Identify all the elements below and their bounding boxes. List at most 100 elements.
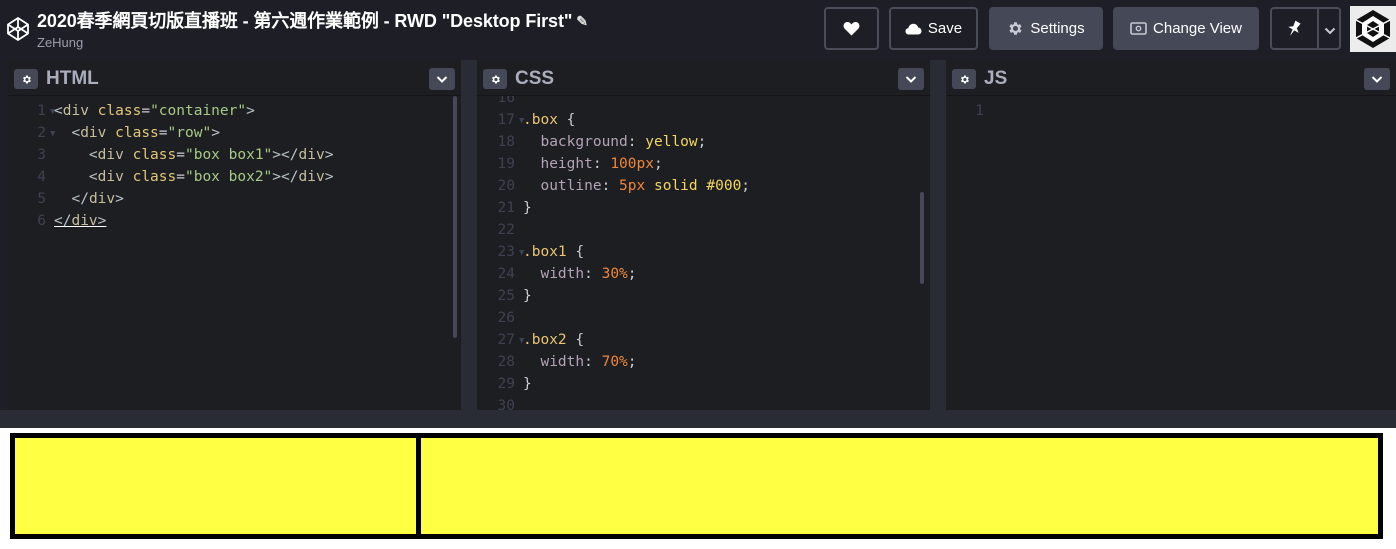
code-line[interactable]: 18 background: yellow; — [477, 131, 930, 153]
chevron-down-icon — [1371, 75, 1383, 83]
code-token: ; — [653, 156, 663, 172]
line-number: 18 — [497, 134, 515, 150]
code-token: 5px — [619, 178, 646, 194]
love-button[interactable] — [824, 7, 879, 50]
save-button[interactable]: Save — [889, 7, 978, 50]
js-settings-gear-button[interactable] — [952, 69, 976, 89]
css-js-resize-handle[interactable] — [930, 60, 946, 410]
css-pane-header: CSS — [477, 60, 930, 96]
js-pane-title: JS — [984, 68, 1008, 89]
layout-view-icon — [1130, 22, 1147, 35]
pen-title[interactable]: 2020春季網頁切版直播班 - 第六週作業範例 - RWD "Desktop F… — [37, 7, 588, 33]
pen-author[interactable]: ZeHung — [37, 35, 588, 50]
css-scrollbar[interactable] — [920, 192, 924, 284]
code-token: { — [566, 332, 585, 348]
js-code-editor[interactable]: 1 — [946, 96, 1396, 410]
code-line[interactable]: 17 ▼ .box { — [477, 109, 930, 131]
code-token: "box box1" — [184, 147, 273, 163]
line-number: 24 — [497, 266, 515, 282]
code-token: ></ — [272, 169, 299, 185]
code-line[interactable]: 6 </div> — [8, 210, 461, 232]
code-token: .box1 — [523, 244, 567, 260]
code-token: = — [176, 169, 185, 185]
change-view-button[interactable]: Change View — [1113, 7, 1259, 50]
code-line[interactable]: 3 <div class="box box1"></div> — [8, 144, 461, 166]
code-text: } — [523, 373, 532, 395]
code-token: = — [141, 103, 151, 119]
code-token: #000 — [706, 178, 742, 194]
preview-box2 — [416, 433, 1383, 539]
html-pane-menu-button[interactable] — [429, 68, 455, 90]
code-token: 30% — [601, 266, 628, 282]
code-token: : — [584, 354, 602, 370]
css-pane-menu-button[interactable] — [898, 68, 924, 90]
code-line[interactable]: 29} — [477, 373, 930, 395]
codepen-logo-icon[interactable] — [6, 16, 30, 42]
code-token: ; — [697, 134, 707, 150]
code-text: </div> — [54, 188, 123, 210]
code-line[interactable]: 30 — [477, 395, 930, 410]
code-token: div — [97, 147, 124, 163]
code-token: background — [540, 134, 628, 150]
code-token: .box — [523, 112, 558, 128]
code-line[interactable]: 5 </div> — [8, 188, 461, 210]
edit-pencil-icon[interactable]: ✎ — [576, 13, 588, 30]
code-line[interactable]: 24 width: 30%; — [477, 263, 930, 285]
code-line[interactable]: 2 ▼ <div class="row"> — [8, 122, 461, 144]
js-pane-menu-button[interactable] — [1364, 68, 1390, 90]
code-line[interactable]: 22 — [477, 219, 930, 241]
code-text: } — [523, 197, 532, 219]
code-line[interactable]: 26 — [477, 307, 930, 329]
html-scrollbar[interactable] — [453, 96, 457, 338]
code-line[interactable]: 1 ▼ <div class="container"> — [8, 100, 461, 122]
code-token: > — [246, 103, 255, 119]
code-token: div — [80, 125, 107, 141]
code-line[interactable]: 21} — [477, 197, 930, 219]
code-token: < — [54, 103, 63, 119]
gear-icon — [960, 74, 969, 84]
code-token: "container" — [150, 103, 247, 119]
code-text: } — [523, 285, 532, 307]
code-line[interactable]: 19 height: 100px; — [477, 153, 930, 175]
pin-menu-button[interactable] — [1270, 7, 1341, 50]
code-line[interactable]: 1 — [946, 100, 1396, 122]
code-token: : — [601, 178, 620, 194]
editor-preview-resize-handle[interactable] — [0, 410, 1396, 428]
change-view-label: Change View — [1153, 20, 1242, 37]
html-pane-title: HTML — [46, 68, 99, 89]
code-line[interactable]: 25} — [477, 285, 930, 307]
code-token: "row" — [167, 125, 212, 141]
line-number: 27 — [497, 332, 515, 348]
line-number: 21 — [497, 200, 515, 216]
code-token: outline — [540, 178, 602, 194]
html-settings-gear-button[interactable] — [14, 69, 38, 89]
code-text: <div class="box box2"></div> — [54, 166, 334, 188]
code-token: = — [158, 125, 168, 141]
code-text: width: 70%; — [523, 351, 636, 373]
code-text: .box1 { — [523, 241, 584, 263]
code-token: } — [523, 376, 532, 392]
code-line[interactable]: 28 width: 70%; — [477, 351, 930, 373]
css-code-editor[interactable]: 16 17 ▼ .box {18 background: yellow; 19 heig… — [477, 96, 930, 410]
html-css-resize-handle[interactable] — [461, 60, 477, 410]
code-line[interactable]: 20 outline: 5px solid #000; — [477, 175, 930, 197]
code-text: <div class="box box1"></div> — [54, 144, 334, 166]
code-token: yellow — [645, 134, 698, 150]
code-token: { — [557, 112, 576, 128]
code-token: > — [97, 213, 107, 229]
code-line[interactable]: 23 ▼ .box1 { — [477, 241, 930, 263]
settings-button[interactable]: Settings — [989, 7, 1103, 50]
html-code-editor[interactable]: 1 ▼ <div class="container"> 2 ▼ <div class="… — [8, 96, 461, 410]
line-number: 6 — [37, 213, 46, 229]
code-text: .box { — [523, 109, 575, 131]
css-settings-gear-button[interactable] — [483, 69, 507, 89]
code-token: 100px — [610, 156, 654, 172]
code-line[interactable]: 27 ▼ .box2 { — [477, 329, 930, 351]
user-avatar[interactable] — [1350, 6, 1396, 52]
code-line[interactable]: 16 — [477, 96, 930, 109]
chevron-down-icon — [905, 75, 917, 83]
code-line[interactable]: 4 <div class="box box2"></div> — [8, 166, 461, 188]
